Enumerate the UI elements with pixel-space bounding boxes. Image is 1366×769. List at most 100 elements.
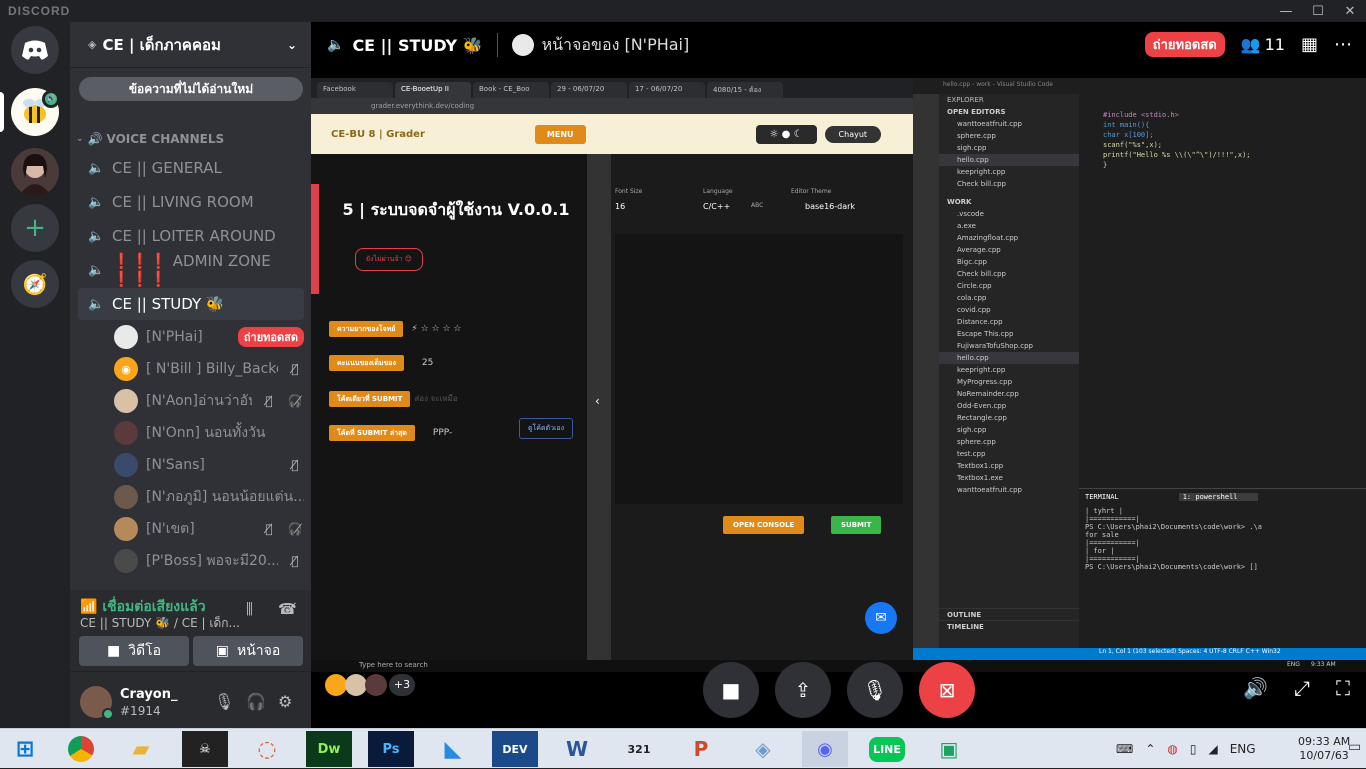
add-server-button[interactable]: + [11,204,59,252]
voice-channel[interactable]: 🔈 CE || LOITER AROUND [78,220,304,252]
browser-tab[interactable]: Facebook [317,82,393,98]
taskbar-word[interactable]: W [554,731,600,767]
file-item[interactable]: sphere.cpp [939,130,1079,142]
start-button[interactable]: ⊞ [2,731,48,767]
clock[interactable]: 09:33 AM 10/07/63 [1298,729,1350,769]
microphone-button[interactable]: 🎙 [847,662,903,718]
wifi-icon[interactable]: ◢ [1208,742,1217,756]
grader-user[interactable]: Chayut [824,125,882,143]
settings-gear-icon[interactable]: ⚙ [278,692,292,711]
messenger-icon[interactable]: ✉ [865,602,897,634]
explore-servers-button[interactable]: 🧭 [11,260,59,308]
outline-header[interactable]: OUTLINE [939,608,1079,620]
file-item[interactable]: Amazingfloat.cpp [939,232,1079,244]
home-button[interactable] [11,26,59,74]
taskbar-photoshop[interactable]: Ps [368,731,414,767]
spellcheck-toggle[interactable]: ABC [751,202,763,209]
notifications-icon[interactable]: ▭ [1348,739,1361,755]
code-editor[interactable]: #include <stdio.h> int main(){ char x[10… [1079,94,1366,474]
voice-user[interactable]: [P'Boss] พอจะมี20... 🎙̸ [114,546,304,576]
voice-location[interactable]: CE || STUDY 🐝 / CE | เด็ก... [80,614,240,633]
voice-channel-active[interactable]: 🔈 CE || STUDY 🐝 [78,288,304,320]
battery-icon[interactable]: ▯ [1190,742,1197,756]
popout-icon[interactable]: ⤢ [1294,676,1310,700]
browser-tab[interactable]: 29 - 06/07/20 [551,82,627,98]
taskbar-chrome[interactable] [58,731,104,767]
taskbar-devcpp[interactable]: DEV [492,731,538,767]
file-item[interactable]: Bigc.cpp [939,256,1079,268]
file-item[interactable]: Textbox1.cpp [939,460,1079,472]
file-item[interactable]: FujiwaraTofuShop.cpp [939,340,1079,352]
file-item[interactable]: Distance.cpp [939,316,1079,328]
file-item[interactable]: hello.cpp [939,154,1079,166]
view-own-code-button[interactable]: ดูโค้ดตัวเอง [519,418,574,439]
volume-icon[interactable]: 🔊 [1243,676,1268,700]
file-item[interactable]: Textbox1.exe [939,472,1079,484]
file-item[interactable]: Average.cpp [939,244,1079,256]
share-screen-button[interactable]: ⇪ [775,662,831,718]
file-item[interactable]: Rectangle.cpp [939,412,1079,424]
mic-icon[interactable]: 🎙 [214,692,234,711]
file-item[interactable]: hello.cpp [939,352,1079,364]
voice-user[interactable]: ◉ [ N'Bill ] Billy_Backer 🎙̸ [114,354,304,384]
grid-layout-icon[interactable]: ▦ [1301,34,1318,55]
voice-channel[interactable]: 🔈 CE || LIVING ROOM [78,186,304,218]
server-avatar[interactable] [11,148,59,196]
voice-user[interactable]: [N'ภอภูมิ] นอนน้อยแต่น... [114,482,304,512]
file-item[interactable]: a.exe [939,220,1079,232]
file-item[interactable]: MyProgress.cpp [939,376,1079,388]
taskbar-dreamweaver[interactable]: Dw [306,731,352,767]
stop-stream-button[interactable]: ⊠ [919,662,975,718]
file-item[interactable]: Odd-Even.cpp [939,400,1079,412]
participants[interactable]: +3 [325,674,415,696]
fullscreen-icon[interactable]: ⛶ [1336,676,1350,700]
file-item[interactable]: sphere.cpp [939,436,1079,448]
file-item[interactable]: Check bill.cpp [939,268,1079,280]
video-button[interactable]: ■ วิดีโอ [79,636,189,666]
browser-tab[interactable]: Book - CE_Boo [473,82,549,98]
voice-user[interactable]: [N'Sans] 🎙̸ [114,450,304,480]
keyboard-icon[interactable]: ⌨ [1116,742,1133,756]
browser-tab[interactable]: 4080/15 - ต้อง [707,82,783,98]
close-button[interactable]: ✕ [1334,4,1366,19]
file-item[interactable]: Circle.cpp [939,280,1079,292]
file-item[interactable]: sigh.cpp [939,424,1079,436]
noise-suppression-icon[interactable]: ⫼ [246,600,253,618]
taskbar-app[interactable]: ☠ [182,731,228,767]
headphones-icon[interactable]: 🎧 [246,692,266,711]
more-options-icon[interactable]: ⋯ [1334,34,1352,55]
voice-user[interactable]: [N'Aon]อ่านว่าอัน 🎙̸ 🎧̸ [114,386,304,416]
file-item[interactable]: cola.cpp [939,292,1079,304]
taskbar-discord[interactable]: ◉ [802,731,848,767]
new-unread-banner[interactable]: ข้อความที่ไม่ได้อ่านใหม่ [79,77,303,101]
panel-splitter[interactable]: ‹ [587,154,611,672]
taskbar-app[interactable]: ◌ [244,731,290,767]
file-item[interactable]: sigh.cpp [939,142,1079,154]
font-size-value[interactable]: 16 [615,202,625,211]
file-item[interactable]: covid.cpp [939,304,1079,316]
language-value[interactable]: C/C++ [703,202,730,211]
theme-value[interactable]: base16-dark [805,202,855,211]
server-header[interactable]: ◈ CE | เด็กภาคคอม ⌄ [70,22,311,68]
file-item[interactable]: wanttoeatfruit.cpp [939,484,1079,496]
taskbar-powerpoint[interactable]: P [678,731,724,767]
shell-select[interactable]: 1: powershell [1178,493,1258,501]
taskbar-app[interactable]: ◈ [740,731,786,767]
language-indicator[interactable]: ENG [1230,742,1256,756]
menu-button[interactable]: MENU [534,124,586,144]
terminal[interactable]: TERMINAL 1: powershell | tyhrt | |=======… [1079,488,1366,648]
voice-user[interactable]: [N'PHai] ถ่ายทอดสด [114,322,304,352]
category-voice-channels[interactable]: ⌄ 🔊 VOICE CHANNELS [76,132,224,146]
file-item[interactable]: .vscode [939,208,1079,220]
taskbar-app[interactable]: 321 [616,731,662,767]
browser-tab[interactable]: 17 - 06/07/20 [629,82,705,98]
taskbar-explorer[interactable]: ▰ [118,731,164,767]
voice-user[interactable]: [N'เขต] 🎙̸ 🎧̸ [114,514,304,544]
code-area[interactable] [615,234,903,504]
file-item[interactable]: NoRemainder.cpp [939,388,1079,400]
file-item[interactable]: test.cpp [939,448,1079,460]
timeline-header[interactable]: TIMELINE [939,620,1079,632]
work-header[interactable]: WORK [939,196,1079,208]
theme-toggle-icon[interactable]: ☼ ● ☾ [755,124,817,144]
taskbar-app[interactable]: ▣ [926,731,972,767]
